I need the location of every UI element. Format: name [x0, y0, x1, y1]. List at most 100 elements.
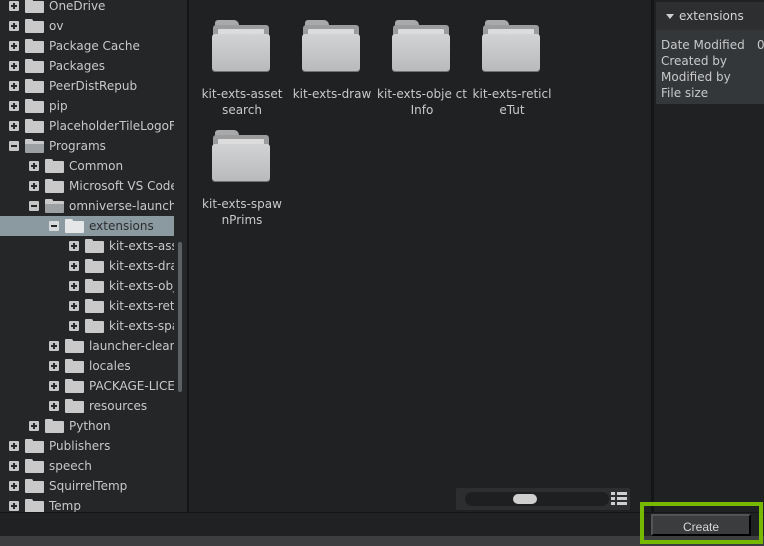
tree-item-publishers[interactable]: Publishers [0, 436, 174, 456]
tree-item-onedrive[interactable]: OneDrive [0, 0, 174, 16]
tree-item-ov[interactable]: ov [0, 16, 174, 36]
folder-icon [85, 239, 104, 253]
tree-item-temp[interactable]: Temp [0, 496, 174, 512]
plus-box-icon[interactable] [29, 181, 39, 191]
folder-icon [25, 39, 44, 53]
caret-down-icon[interactable] [666, 14, 674, 19]
folder-icon [85, 319, 104, 333]
tree-item-speech[interactable]: speech [0, 456, 174, 476]
plus-box-icon[interactable] [49, 401, 59, 411]
tree-item-microsoft-vs-code[interactable]: Microsoft VS Code [0, 176, 174, 196]
tree-item-kit-exts-draw[interactable]: kit-exts-draw [0, 256, 174, 276]
grid-folder-name: kit-exts-draw [292, 87, 372, 101]
plus-box-icon[interactable] [69, 281, 79, 291]
details-header[interactable]: extensions [656, 2, 764, 30]
tree-item-package-licen[interactable]: PACKAGE-LICEN [0, 376, 174, 396]
folder-icon [85, 279, 104, 293]
tree-scrollbar-thumb[interactable] [178, 242, 182, 392]
grid-view-icon[interactable] [611, 492, 627, 506]
tree-item-packages[interactable]: Packages [0, 56, 174, 76]
tree-item-label: SquirrelTemp [49, 479, 128, 493]
folder-icon [65, 219, 84, 233]
tree-item-label: extensions [89, 219, 154, 233]
thumbnail-size-slider-thumb[interactable] [513, 494, 537, 504]
tree-item-kit-exts-asse[interactable]: kit-exts-asse [0, 236, 174, 256]
plus-box-icon[interactable] [69, 321, 79, 331]
tree-item-label: PlaceholderTileLogoFo [49, 119, 174, 133]
grid-folder-item[interactable]: kit-exts-reticl eTut [467, 0, 557, 118]
create-button[interactable]: Create [651, 514, 751, 536]
folder-icon [25, 139, 44, 153]
tree-item-locales[interactable]: locales [0, 356, 174, 376]
folder-icon [212, 20, 272, 72]
plus-box-icon[interactable] [9, 41, 19, 51]
grid-folder-item[interactable]: kit-exts-draw [287, 0, 377, 102]
plus-box-icon[interactable] [9, 21, 19, 31]
folder-icon [482, 20, 542, 72]
folder-icon [45, 199, 64, 213]
minus-box-icon[interactable] [9, 141, 19, 151]
plus-box-icon[interactable] [49, 381, 59, 391]
tree-item-package-cache[interactable]: Package Cache [0, 36, 174, 56]
thumbnail-size-slider-track[interactable] [465, 492, 609, 506]
plus-box-icon[interactable] [9, 61, 19, 71]
details-pane: extensions Date Modified 06 Created by M… [654, 0, 764, 512]
tree-item-kit-exts-reti[interactable]: kit-exts-reti [0, 296, 174, 316]
folder-icon [302, 20, 362, 72]
tree-item-label: omniverse-launche [69, 199, 174, 213]
tree-item-peerdistrepub[interactable]: PeerDistRepub [0, 76, 174, 96]
plus-box-icon[interactable] [49, 341, 59, 351]
folder-icon [25, 459, 44, 473]
tree-item-label: Microsoft VS Code [69, 179, 174, 193]
plus-box-icon[interactable] [69, 261, 79, 271]
plus-box-icon[interactable] [9, 1, 19, 11]
plus-box-icon[interactable] [9, 101, 19, 111]
folder-icon [25, 19, 44, 33]
tree-item-label: kit-exts-obje [109, 279, 174, 293]
tree-item-extensions[interactable]: extensions [0, 216, 174, 236]
plus-box-icon[interactable] [9, 121, 19, 131]
plus-box-icon[interactable] [9, 461, 19, 471]
folder-icon [25, 499, 44, 512]
tree-item-placeholdertilelogofo[interactable]: PlaceholderTileLogoFo [0, 116, 174, 136]
tree-item-programs[interactable]: Programs [0, 136, 174, 156]
folder-icon [392, 20, 452, 72]
plus-box-icon[interactable] [29, 161, 39, 171]
details-title: extensions [679, 9, 744, 23]
tree-item-label: pip [49, 99, 68, 113]
plus-box-icon[interactable] [9, 81, 19, 91]
minus-box-icon[interactable] [29, 201, 39, 211]
plus-box-icon[interactable] [69, 241, 79, 251]
grid-folder-name: kit-exts-reticl eTut [472, 87, 552, 117]
grid-folder-name: kit-exts-spaw nPrims [202, 197, 282, 227]
grid-folder-item[interactable]: kit-exts-asset search [197, 0, 287, 118]
file-grid: kit-exts-asset search kit-exts-draw kit-ex… [189, 0, 651, 512]
folder-icon [25, 479, 44, 493]
tree-item-label: resources [89, 399, 148, 413]
grid-folder-item[interactable]: kit-exts-obje ctInfo [377, 0, 467, 118]
plus-box-icon[interactable] [49, 361, 59, 371]
tree-item-omniverse-launche[interactable]: omniverse-launche [0, 196, 174, 216]
detail-label-file-size: File size [661, 86, 709, 100]
plus-box-icon[interactable] [9, 441, 19, 451]
tree-item-launcher-cleanu[interactable]: launcher-cleanu [0, 336, 174, 356]
tree-item-label: Packages [49, 59, 105, 73]
tree-item-kit-exts-spa[interactable]: kit-exts-spa [0, 316, 174, 336]
tree-item-label: OneDrive [49, 0, 106, 13]
plus-box-icon[interactable] [29, 421, 39, 431]
plus-box-icon[interactable] [9, 481, 19, 491]
detail-label-modified-by: Modified by [661, 70, 731, 84]
folder-icon [85, 299, 104, 313]
tree-item-squirreltemp[interactable]: SquirrelTemp [0, 476, 174, 496]
grid-folder-item[interactable]: kit-exts-spaw nPrims [197, 110, 287, 228]
plus-box-icon[interactable] [69, 301, 79, 311]
tree-item-common[interactable]: Common [0, 156, 174, 176]
tree-item-pip[interactable]: pip [0, 96, 174, 116]
folder-icon [65, 379, 84, 393]
tree-item-label: kit-exts-reti [109, 299, 174, 313]
minus-box-icon[interactable] [49, 221, 59, 231]
tree-item-resources[interactable]: resources [0, 396, 174, 416]
tree-item-python[interactable]: Python [0, 416, 174, 436]
plus-box-icon[interactable] [9, 501, 19, 511]
tree-item-kit-exts-obje[interactable]: kit-exts-obje [0, 276, 174, 296]
